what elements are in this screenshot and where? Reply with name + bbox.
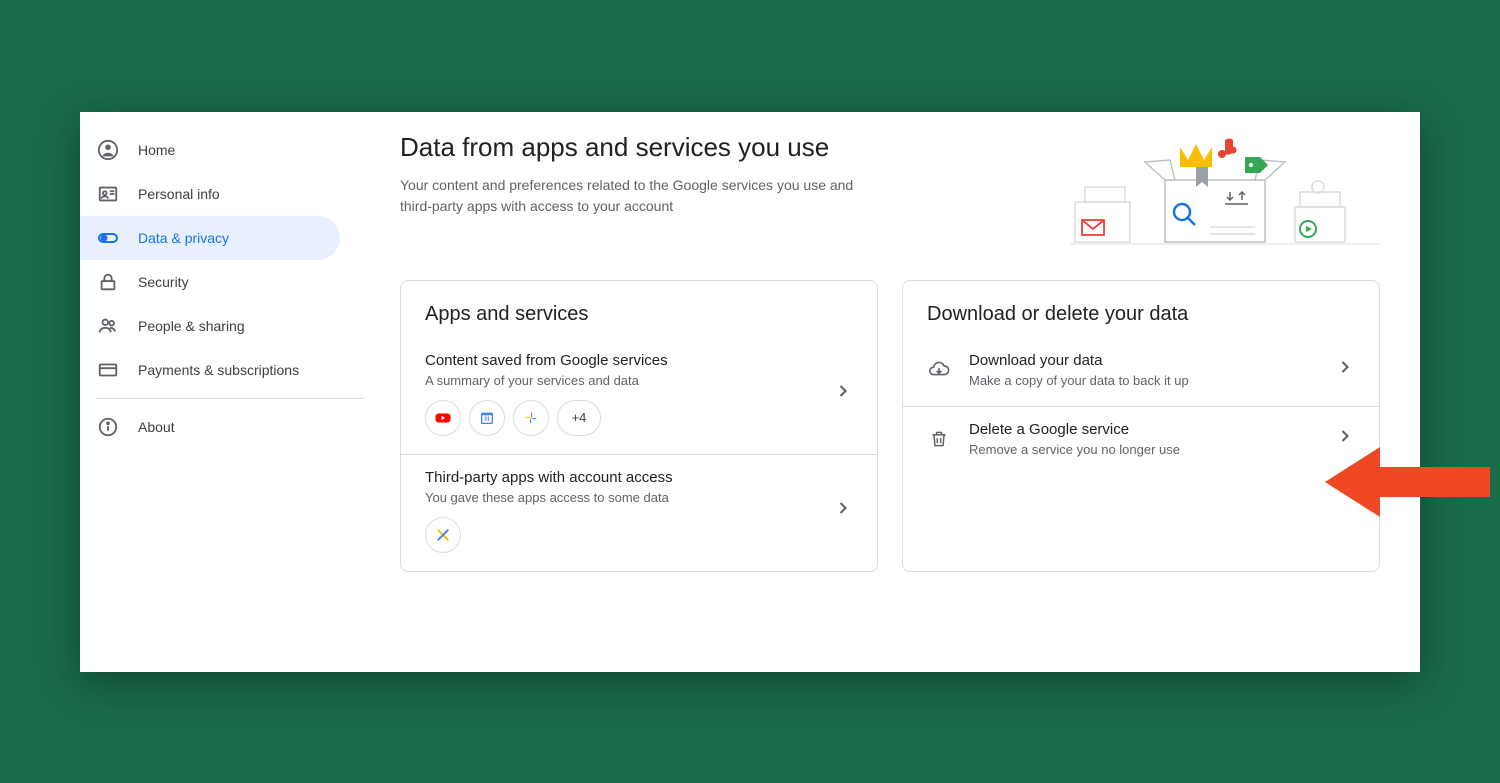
trash-icon [927, 427, 951, 451]
sidebar-item-label: Home [138, 142, 175, 158]
row-title: Content saved from Google services [425, 352, 833, 369]
card-icon [96, 358, 120, 382]
sidebar-item-label: Data & privacy [138, 230, 229, 246]
svg-text:31: 31 [484, 416, 490, 422]
cross-app-icon [425, 517, 461, 553]
row-subtitle: Remove a service you no longer use [969, 442, 1335, 457]
sidebar-item-label: Personal info [138, 186, 220, 202]
account-circle-icon [96, 138, 120, 162]
cloud-download-icon [927, 358, 951, 382]
page-title: Data from apps and services you use [400, 132, 1040, 163]
info-icon [96, 415, 120, 439]
chevron-right-icon [833, 381, 853, 406]
sidebar-item-security[interactable]: Security [80, 260, 340, 304]
delete-google-service-row[interactable]: Delete a Google service Remove a service… [903, 406, 1379, 475]
sidebar-item-label: Payments & subscriptions [138, 362, 299, 378]
sidebar: Home Personal info Data & privacy Securi… [80, 112, 380, 672]
service-chips: 31 +4 [425, 400, 833, 436]
card-title: Apps and services [401, 281, 877, 338]
sidebar-item-people-sharing[interactable]: People & sharing [80, 304, 340, 348]
settings-window: Home Personal info Data & privacy Securi… [80, 112, 1420, 672]
row-title: Delete a Google service [969, 421, 1335, 438]
sidebar-item-label: People & sharing [138, 318, 245, 334]
more-chip[interactable]: +4 [557, 400, 601, 436]
sidebar-item-payments[interactable]: Payments & subscriptions [80, 348, 340, 392]
download-delete-card: Download or delete your data Download yo… [902, 280, 1380, 572]
content-saved-row[interactable]: Content saved from Google services A sum… [401, 338, 877, 454]
sidebar-item-data-privacy[interactable]: Data & privacy [80, 216, 340, 260]
chevron-right-icon [1335, 426, 1355, 451]
row-title: Download your data [969, 352, 1335, 369]
download-your-data-row[interactable]: Download your data Make a copy of your d… [903, 338, 1379, 406]
sidebar-item-about[interactable]: About [80, 405, 340, 449]
badge-icon [96, 182, 120, 206]
sidebar-item-label: Security [138, 274, 189, 290]
photos-icon [513, 400, 549, 436]
header-illustration [1070, 132, 1380, 252]
row-title: Third-party apps with account access [425, 469, 833, 486]
chevron-right-icon [1335, 357, 1355, 382]
row-subtitle: Make a copy of your data to back it up [969, 373, 1335, 388]
main-content: Data from apps and services you use Your… [380, 112, 1420, 672]
chevron-right-icon [833, 498, 853, 523]
third-party-apps-row[interactable]: Third-party apps with account access You… [401, 454, 877, 571]
sidebar-item-personal-info[interactable]: Personal info [80, 172, 340, 216]
apps-services-card: Apps and services Content saved from Goo… [400, 280, 878, 572]
sidebar-item-label: About [138, 419, 175, 435]
header-row: Data from apps and services you use Your… [400, 132, 1380, 252]
sidebar-divider [96, 398, 364, 399]
cards-row: Apps and services Content saved from Goo… [400, 280, 1380, 572]
toggle-icon [96, 226, 120, 250]
page-subtitle: Your content and preferences related to … [400, 175, 860, 217]
row-subtitle: You gave these apps access to some data [425, 490, 833, 505]
youtube-icon [425, 400, 461, 436]
sidebar-item-home[interactable]: Home [80, 128, 340, 172]
service-chips [425, 517, 833, 553]
card-title: Download or delete your data [903, 281, 1379, 338]
row-subtitle: A summary of your services and data [425, 373, 833, 388]
lock-icon [96, 270, 120, 294]
calendar-icon: 31 [469, 400, 505, 436]
people-icon [96, 314, 120, 338]
